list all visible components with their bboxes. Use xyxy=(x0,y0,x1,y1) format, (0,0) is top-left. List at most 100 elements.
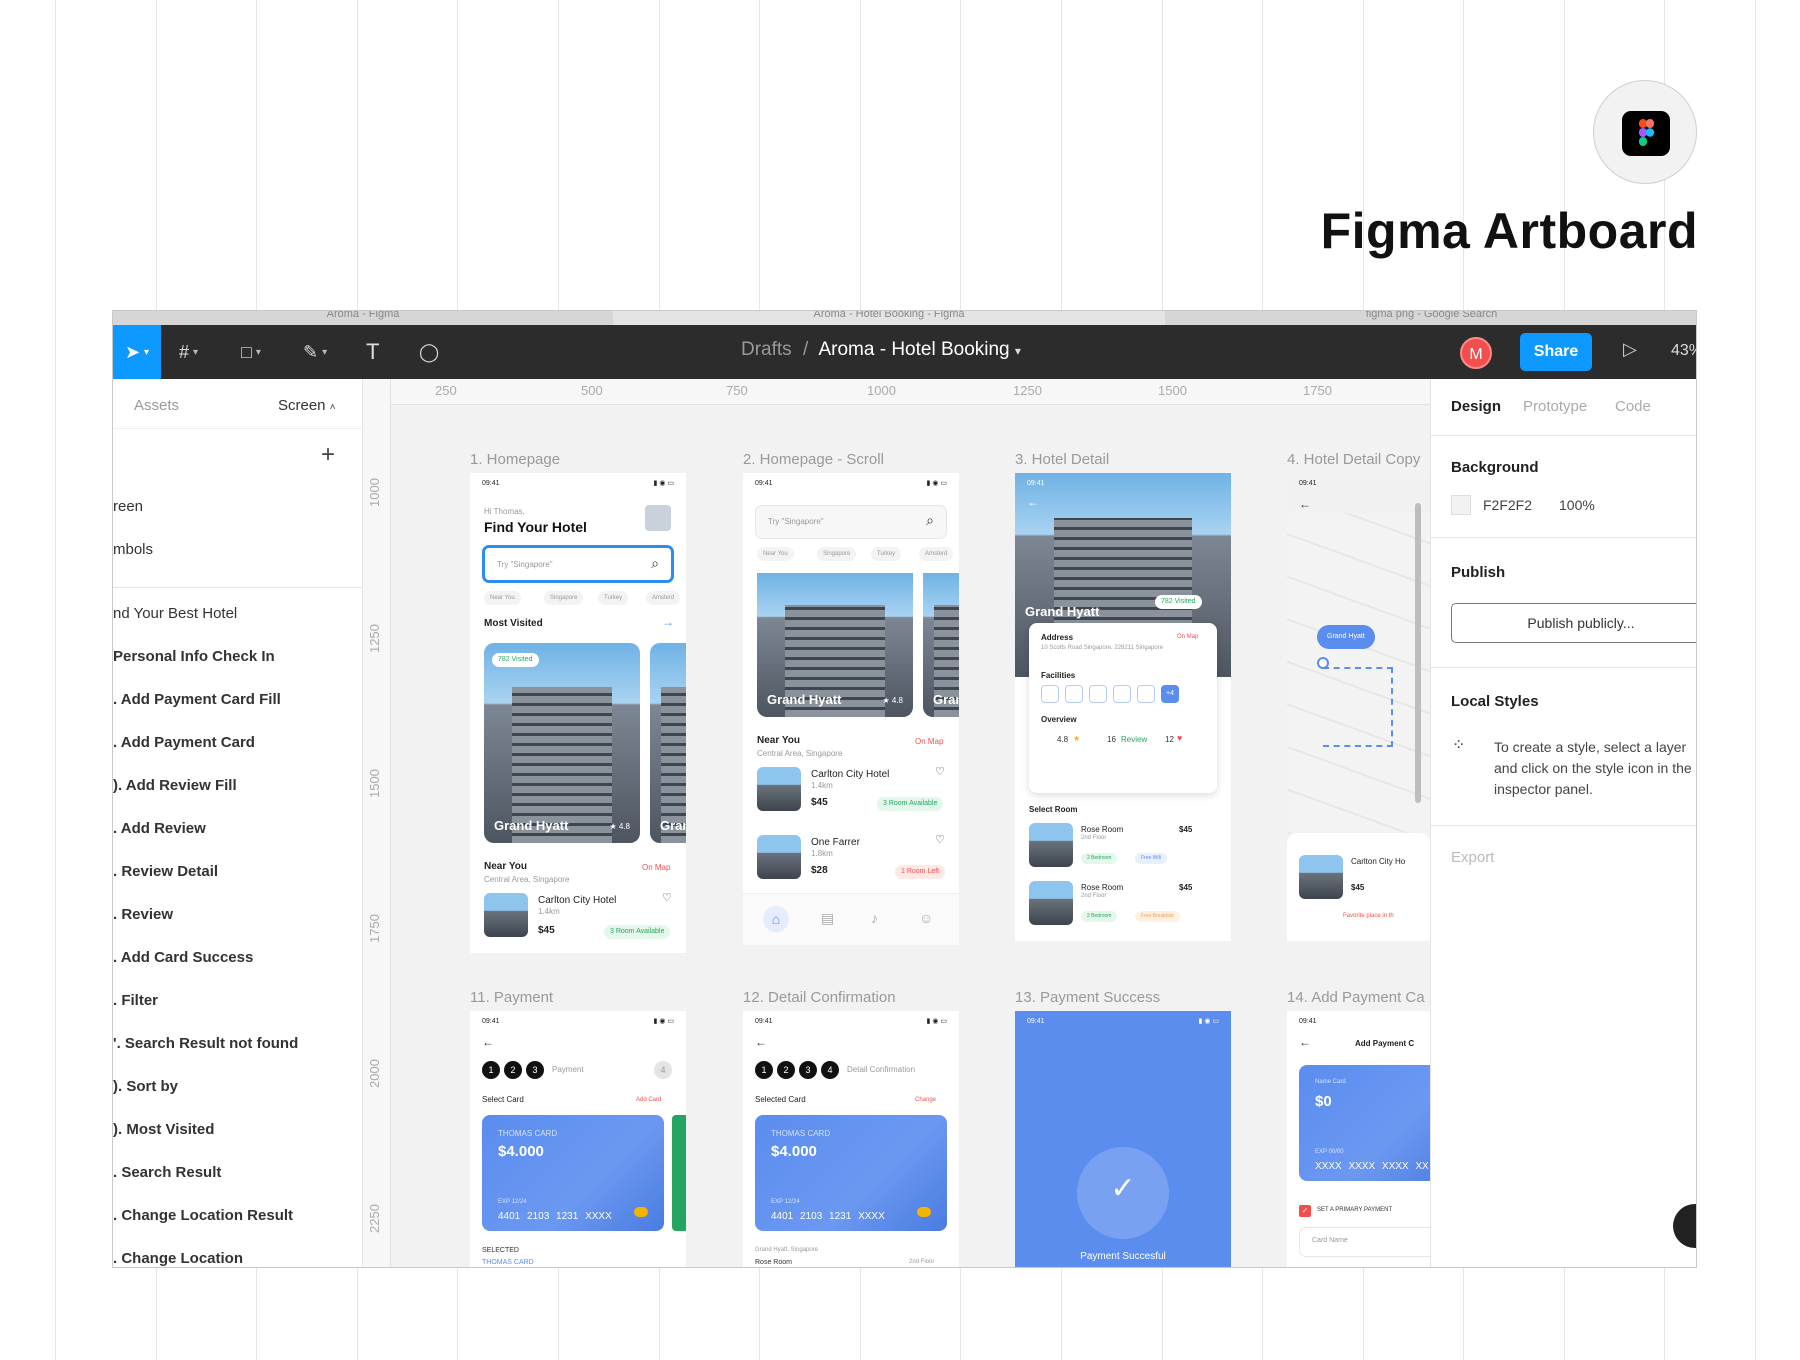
frame-payment-success[interactable]: 09:41 ▮ ◉ ▭ ✓ Payment Succesful xyxy=(1015,1011,1231,1267)
breadcrumb-drafts[interactable]: Drafts xyxy=(741,339,792,360)
frame-hotel-detail-copy[interactable]: 09:41 ← Grand Hyatt Carlton City Ho $45 … xyxy=(1287,473,1430,941)
layer-item[interactable]: . Change Location xyxy=(113,1250,243,1267)
checkbox-checked-icon[interactable]: ✓ xyxy=(1299,1205,1311,1217)
filter-chip[interactable]: Amsterd xyxy=(646,591,681,605)
avatar[interactable]: M xyxy=(1460,337,1492,369)
layer-item[interactable]: . Add Payment Card xyxy=(113,734,255,751)
frame-payment[interactable]: 09:41 ▮ ◉ ▭ ← 1 2 3 Payment 4 Select Car… xyxy=(470,1011,686,1267)
profile-icon[interactable]: ☺ xyxy=(919,910,933,926)
layer-item[interactable]: Personal Info Check In xyxy=(113,648,275,665)
back-arrow-icon[interactable]: ← xyxy=(1027,495,1039,509)
move-tool-button[interactable]: ➤ ▾ xyxy=(113,325,161,379)
map-pin-label[interactable]: Grand Hyatt xyxy=(1317,625,1375,649)
layer-item[interactable]: ). Sort by xyxy=(113,1078,178,1095)
tab-assets[interactable]: Assets xyxy=(134,397,179,414)
frame-title[interactable]: 12. Detail Confirmation xyxy=(743,989,896,1006)
page-selector[interactable]: Screen ˄ xyxy=(278,397,336,414)
layer-item[interactable]: . Review Detail xyxy=(113,863,218,880)
heart-icon[interactable]: ♡ xyxy=(935,833,945,846)
more-facilities-button[interactable]: +4 xyxy=(1161,685,1179,703)
filter-chip[interactable]: Near You xyxy=(757,547,794,561)
layer-item[interactable]: . Filter xyxy=(113,992,158,1009)
background-hex-input[interactable]: F2F2F2 xyxy=(1483,497,1532,513)
favorite-link[interactable]: Favorite place in th xyxy=(1343,913,1394,919)
change-link[interactable]: Change xyxy=(915,1097,936,1103)
tab-design[interactable]: Design xyxy=(1451,398,1501,415)
canvas[interactable]: 250 500 750 1000 1250 1500 1750 1000 125… xyxy=(363,379,1430,1267)
back-arrow-icon[interactable]: ← xyxy=(755,1035,767,1049)
home-icon[interactable]: ⌂ xyxy=(763,906,789,932)
back-arrow-icon[interactable]: ← xyxy=(482,1035,494,1049)
layer-item[interactable]: nd Your Best Hotel xyxy=(113,605,237,622)
facility-icon[interactable] xyxy=(1041,685,1059,703)
browser-tab-active[interactable]: Aroma - Hotel Booking - Figma xyxy=(613,311,1165,325)
hotel-card-image[interactable]: Gran xyxy=(650,643,686,843)
frame-title[interactable]: 14. Add Payment Ca xyxy=(1287,989,1425,1006)
style-grid-icon[interactable]: ⁘ xyxy=(1452,735,1465,755)
search-input[interactable]: Try "Singapore" ⌕ xyxy=(482,545,674,583)
add-page-button[interactable]: + xyxy=(321,441,335,469)
payment-card[interactable]: THOMAS CARD $4.000 EXP 12/24 4401 2103 1… xyxy=(755,1115,947,1231)
publish-publicly-button[interactable]: Publish publicly... xyxy=(1451,603,1696,643)
bell-icon[interactable]: ♪ xyxy=(871,910,878,926)
frame-tool-button[interactable]: # ▾ xyxy=(179,337,198,367)
document-icon[interactable]: ▤ xyxy=(821,910,834,927)
frame-title[interactable]: 4. Hotel Detail Copy xyxy=(1287,451,1420,468)
frame-title[interactable]: 13. Payment Success xyxy=(1015,989,1160,1006)
filter-chip[interactable]: Amsterd xyxy=(919,547,954,561)
zoom-level[interactable]: 43% xyxy=(1671,342,1696,360)
frame-title[interactable]: 1. Homepage xyxy=(470,451,560,468)
hotel-card-image[interactable]: Gran xyxy=(923,573,959,717)
filter-chip[interactable]: Turkey xyxy=(871,547,902,561)
page-item[interactable]: reen xyxy=(113,498,143,515)
search-input[interactable]: Try "Singapore" ⌕ xyxy=(755,505,947,539)
browser-tab[interactable]: Aroma - Figma xyxy=(113,311,613,325)
layer-item[interactable]: . Add Payment Card Fill xyxy=(113,691,281,708)
filter-chip[interactable]: Turkey xyxy=(598,591,629,605)
card-name-field[interactable]: Card Name xyxy=(1299,1227,1430,1257)
on-map-link[interactable]: On Map xyxy=(915,737,943,746)
layer-item[interactable]: . Review xyxy=(113,906,173,923)
back-arrow-icon[interactable]: ← xyxy=(1299,1035,1311,1049)
arrow-right-icon[interactable]: → xyxy=(662,615,674,629)
browser-tab[interactable]: figma png - Google Search xyxy=(1165,311,1696,325)
frame-title[interactable]: 3. Hotel Detail xyxy=(1015,451,1109,468)
comment-tool-button[interactable]: ◯ xyxy=(419,337,439,367)
pen-tool-button[interactable]: ✎ ▾ xyxy=(303,337,327,367)
filter-chip[interactable]: Near You xyxy=(484,591,521,605)
heart-icon[interactable]: ♡ xyxy=(662,891,672,904)
facility-icon[interactable] xyxy=(1089,685,1107,703)
frame-homepage-scroll[interactable]: 09:41 ▮ ◉ ▭ Try "Singapore" ⌕ Near You S… xyxy=(743,473,959,945)
review-link[interactable]: Review xyxy=(1121,735,1147,744)
facility-icon[interactable] xyxy=(1113,685,1131,703)
layer-item[interactable]: . Add Review xyxy=(113,820,206,837)
background-color-swatch[interactable] xyxy=(1451,495,1471,515)
frame-detail-confirmation[interactable]: 09:41 ▮ ◉ ▭ ← 1 2 3 4 Detail Confirmatio… xyxy=(743,1011,959,1267)
frame-hotel-detail[interactable]: 09:41 ← Grand Hyatt 782 Visited Address … xyxy=(1015,473,1231,941)
tab-prototype[interactable]: Prototype xyxy=(1523,398,1587,415)
facility-icon[interactable] xyxy=(1137,685,1155,703)
share-button[interactable]: Share xyxy=(1520,333,1592,371)
filter-chip[interactable]: Singapore xyxy=(817,547,857,561)
add-card-link[interactable]: Add Card xyxy=(636,1097,661,1103)
chevron-down-icon[interactable]: ▾ xyxy=(1015,344,1021,358)
layer-item[interactable]: ). Add Review Fill xyxy=(113,777,237,794)
page-item[interactable]: mbols xyxy=(113,541,153,558)
payment-card[interactable]: THOMAS CARD $4.000 EXP 12/24 4401 2103 1… xyxy=(482,1115,664,1231)
vertical-scrollbar[interactable] xyxy=(1415,503,1421,803)
text-tool-button[interactable]: T xyxy=(366,337,379,367)
heart-icon[interactable]: ♡ xyxy=(935,765,945,778)
file-name[interactable]: Aroma - Hotel Booking xyxy=(818,339,1009,360)
frame-title[interactable]: 11. Payment xyxy=(470,989,553,1006)
hotel-card-image[interactable]: 782 Visited Grand Hyatt ★ 4.8 xyxy=(484,643,640,843)
back-arrow-icon[interactable]: ← xyxy=(1299,497,1311,511)
frame-homepage[interactable]: 09:41 ▮ ◉ ▭ Hi Thomas, Find Your Hotel T… xyxy=(470,473,686,953)
frame-title[interactable]: 2. Homepage - Scroll xyxy=(743,451,884,468)
frame-add-payment-card[interactable]: 09:41 ← Add Payment C Name Card $0 EXP 0… xyxy=(1287,1011,1430,1267)
payment-card-next[interactable] xyxy=(672,1115,686,1231)
tab-code[interactable]: Code xyxy=(1615,398,1651,415)
on-map-link[interactable]: On Map xyxy=(1177,634,1198,640)
export-label[interactable]: Export xyxy=(1451,849,1494,866)
layer-item[interactable]: '. Search Result not found xyxy=(113,1035,298,1052)
filter-chip[interactable]: Singapore xyxy=(544,591,584,605)
